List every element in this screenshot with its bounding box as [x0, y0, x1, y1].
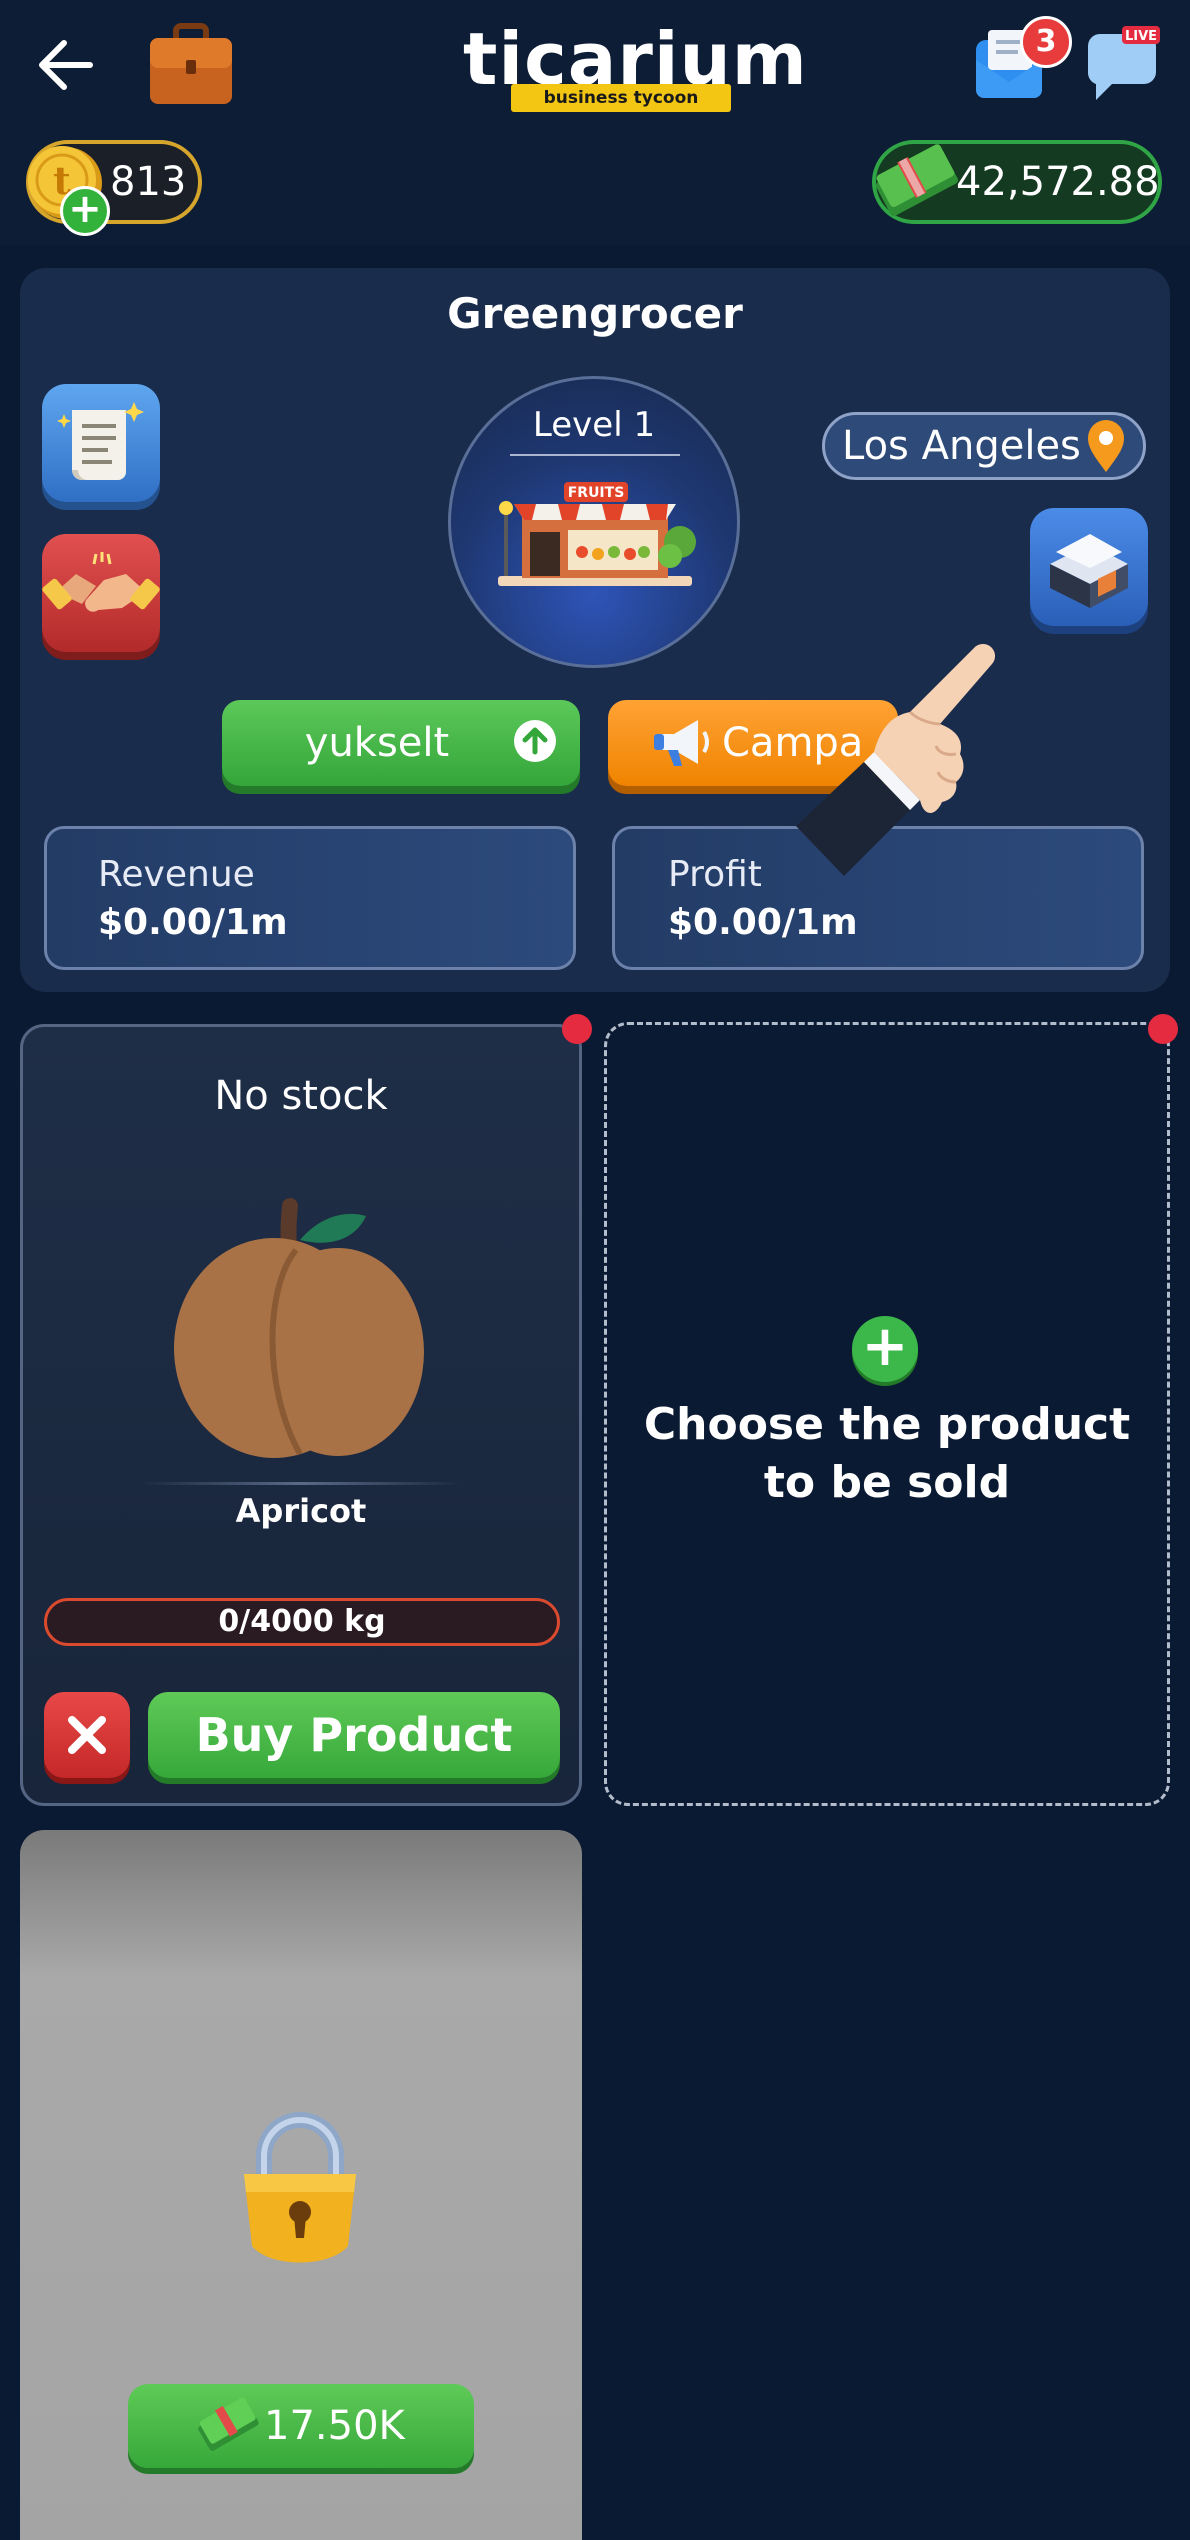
notification-badge: 3 — [1020, 16, 1072, 68]
plus-icon: + — [861, 1314, 909, 1379]
add-coins-button[interactable]: + — [60, 186, 110, 236]
choose-product-label: Choose the product to be sold — [643, 1399, 1131, 1508]
revenue-value: $0.00/1m — [98, 902, 288, 943]
megaphone-icon — [654, 720, 709, 766]
arrow-up-circle-icon — [514, 720, 556, 762]
live-chat-icon[interactable]: LIVE — [1082, 24, 1162, 106]
lock-icon — [244, 2112, 356, 2263]
stock-quantity: 0/4000 kg — [218, 1604, 386, 1639]
shop-title: Greengrocer — [447, 289, 743, 338]
map-pin-icon — [1088, 420, 1124, 472]
partnership-button[interactable] — [42, 534, 160, 652]
receipt-button[interactable] — [42, 384, 160, 502]
notification-dot — [1148, 1014, 1178, 1044]
stock-status: No stock — [214, 1073, 388, 1119]
app-logo: ticarium business tycoon — [455, 14, 807, 114]
unlock-price: 17.50K — [264, 2403, 405, 2449]
briefcase-icon[interactable] — [146, 22, 236, 108]
notification-dot — [562, 1014, 592, 1044]
apricot-icon — [174, 1198, 424, 1458]
upgrade-label: yukselt — [304, 720, 450, 766]
warehouse-button[interactable] — [1030, 508, 1148, 626]
handshake-icon — [42, 552, 160, 612]
level-label: Level 1 — [532, 405, 656, 445]
warehouse-icon — [1050, 534, 1128, 608]
coin-balance: 813 — [110, 159, 187, 205]
divider — [510, 454, 680, 456]
live-label: LIVE — [1125, 29, 1157, 44]
revenue-label: Revenue — [98, 854, 255, 895]
profit-value: $0.00/1m — [668, 902, 858, 943]
logo-tagline: business tycoon — [511, 84, 731, 112]
close-icon — [68, 1716, 106, 1754]
buy-product-label: Buy Product — [195, 1708, 513, 1762]
cash-icon — [875, 144, 959, 216]
tutorial-pointer-hand-icon — [796, 643, 996, 876]
divider — [140, 1482, 462, 1485]
profit-label: Profit — [668, 854, 762, 895]
greengrocer-store-illustration: FRUITS — [498, 482, 696, 586]
product-name: Apricot — [235, 1492, 367, 1530]
cash-icon — [198, 2397, 259, 2451]
receipt-icon — [57, 402, 144, 480]
cash-balance: 42,572.88 — [956, 159, 1160, 205]
back-arrow-icon[interactable] — [30, 30, 100, 100]
location-label: Los Angeles — [842, 423, 1081, 469]
store-sign: FRUITS — [568, 485, 625, 501]
